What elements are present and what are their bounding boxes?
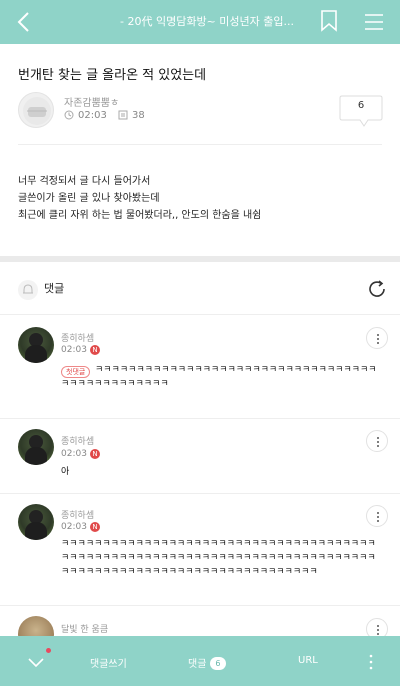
hamburger-menu-icon[interactable] [364,12,384,32]
author-avatar[interactable] [18,92,54,128]
chevron-down-icon[interactable] [26,652,46,672]
comment-separator [0,314,400,315]
new-badge: N [89,449,100,459]
commenter-name[interactable]: 종히하셈 [61,434,94,447]
comment-time: 02:03 N [61,345,100,355]
top-bar: - 20代 익명담화방~ 미성년자 출입... [0,0,400,44]
comment-time-value: 02:03 [61,522,87,532]
comment-separator [0,493,400,494]
comment-separator [0,605,400,606]
post-body: 너무 걱정되서 글 다시 들어가서 글쓴이가 올린 글 있나 찾아봤는데 최근에… [18,173,261,224]
post-body-line: 너무 걱정되서 글 다시 들어가서 [18,176,151,187]
comment-more-button[interactable] [366,430,388,452]
bell-icon [18,280,38,300]
comment-text: 아 [61,467,70,477]
board-title: - 20代 익명담화방~ 미성년자 출입... [120,15,294,28]
section-divider [0,256,400,262]
more-vertical-icon[interactable] [368,654,374,670]
post-views: 38 [118,110,145,121]
comments-button-label: 댓글 [188,659,207,670]
comment-time: 02:03 N [61,449,100,459]
comment-text: ㅋㅋㅋㅋㅋㅋㅋㅋㅋㅋㅋㅋㅋㅋㅋㅋㅋㅋㅋㅋㅋㅋㅋㅋㅋㅋㅋㅋㅋㅋㅋㅋㅋㅋㅋㅋㅋㅋㅋㅋ… [61,365,377,389]
comment-time: 02:03 N [61,522,100,532]
commenter-avatar[interactable] [18,327,54,363]
comment-time-value: 02:03 [61,345,87,355]
new-badge: N [89,345,100,355]
commenter-name[interactable]: 달빛 한 움큼 [61,622,108,635]
comments-button[interactable]: 댓글 6 [188,655,226,670]
comment-separator [0,418,400,419]
comment-more-button[interactable] [366,505,388,527]
clock-icon [64,110,74,120]
url-button[interactable]: URL [298,655,318,666]
reply-count: 6 [357,100,365,111]
commenter-name[interactable]: 종히하셈 [61,508,94,521]
notification-dot [46,648,51,653]
post-divider [18,144,382,145]
post-views-value: 38 [132,110,145,121]
new-badge: N [89,522,100,532]
views-icon [118,110,128,120]
comment-more-button[interactable] [366,327,388,349]
post-title: 번개탄 찾는 글 올라온 적 있었는데 [18,68,207,83]
commenter-avatar[interactable] [18,504,54,540]
bottom-bar: 댓글쓰기 댓글 6 URL [0,636,400,686]
refresh-icon[interactable] [366,278,388,300]
commenter-avatar[interactable] [18,429,54,465]
reply-count-bubble[interactable]: 6 [338,92,384,128]
post-body-line: 글쓴이가 올린 글 있나 찾아봤는데 [18,193,160,204]
back-arrow-icon[interactable] [10,8,38,36]
comments-header-label: 댓글 [44,282,65,295]
bookmark-icon[interactable] [320,10,338,32]
comment-text: ㅋㅋㅋㅋㅋㅋㅋㅋㅋㅋㅋㅋㅋㅋㅋㅋㅋㅋㅋㅋㅋㅋㅋㅋㅋㅋㅋㅋㅋㅋㅋㅋㅋㅋㅋㅋㅋㅋㅋㅋ… [61,539,376,577]
comment-time-value: 02:03 [61,449,87,459]
author-avatar-image [23,97,51,125]
post-time-value: 02:03 [78,110,107,121]
post-body-line: 최근에 클리 자위 하는 법 물어봤더라,, 안도의 한숨을 내쉼 [18,210,262,221]
commenter-name[interactable]: 종히하셈 [61,331,94,344]
write-comment-button[interactable]: 댓글쓰기 [90,655,127,670]
post-time: 02:03 [64,110,107,121]
comments-count-badge: 6 [210,657,226,670]
author-name[interactable]: 자존감뿜뿜ㅎ [64,94,119,109]
